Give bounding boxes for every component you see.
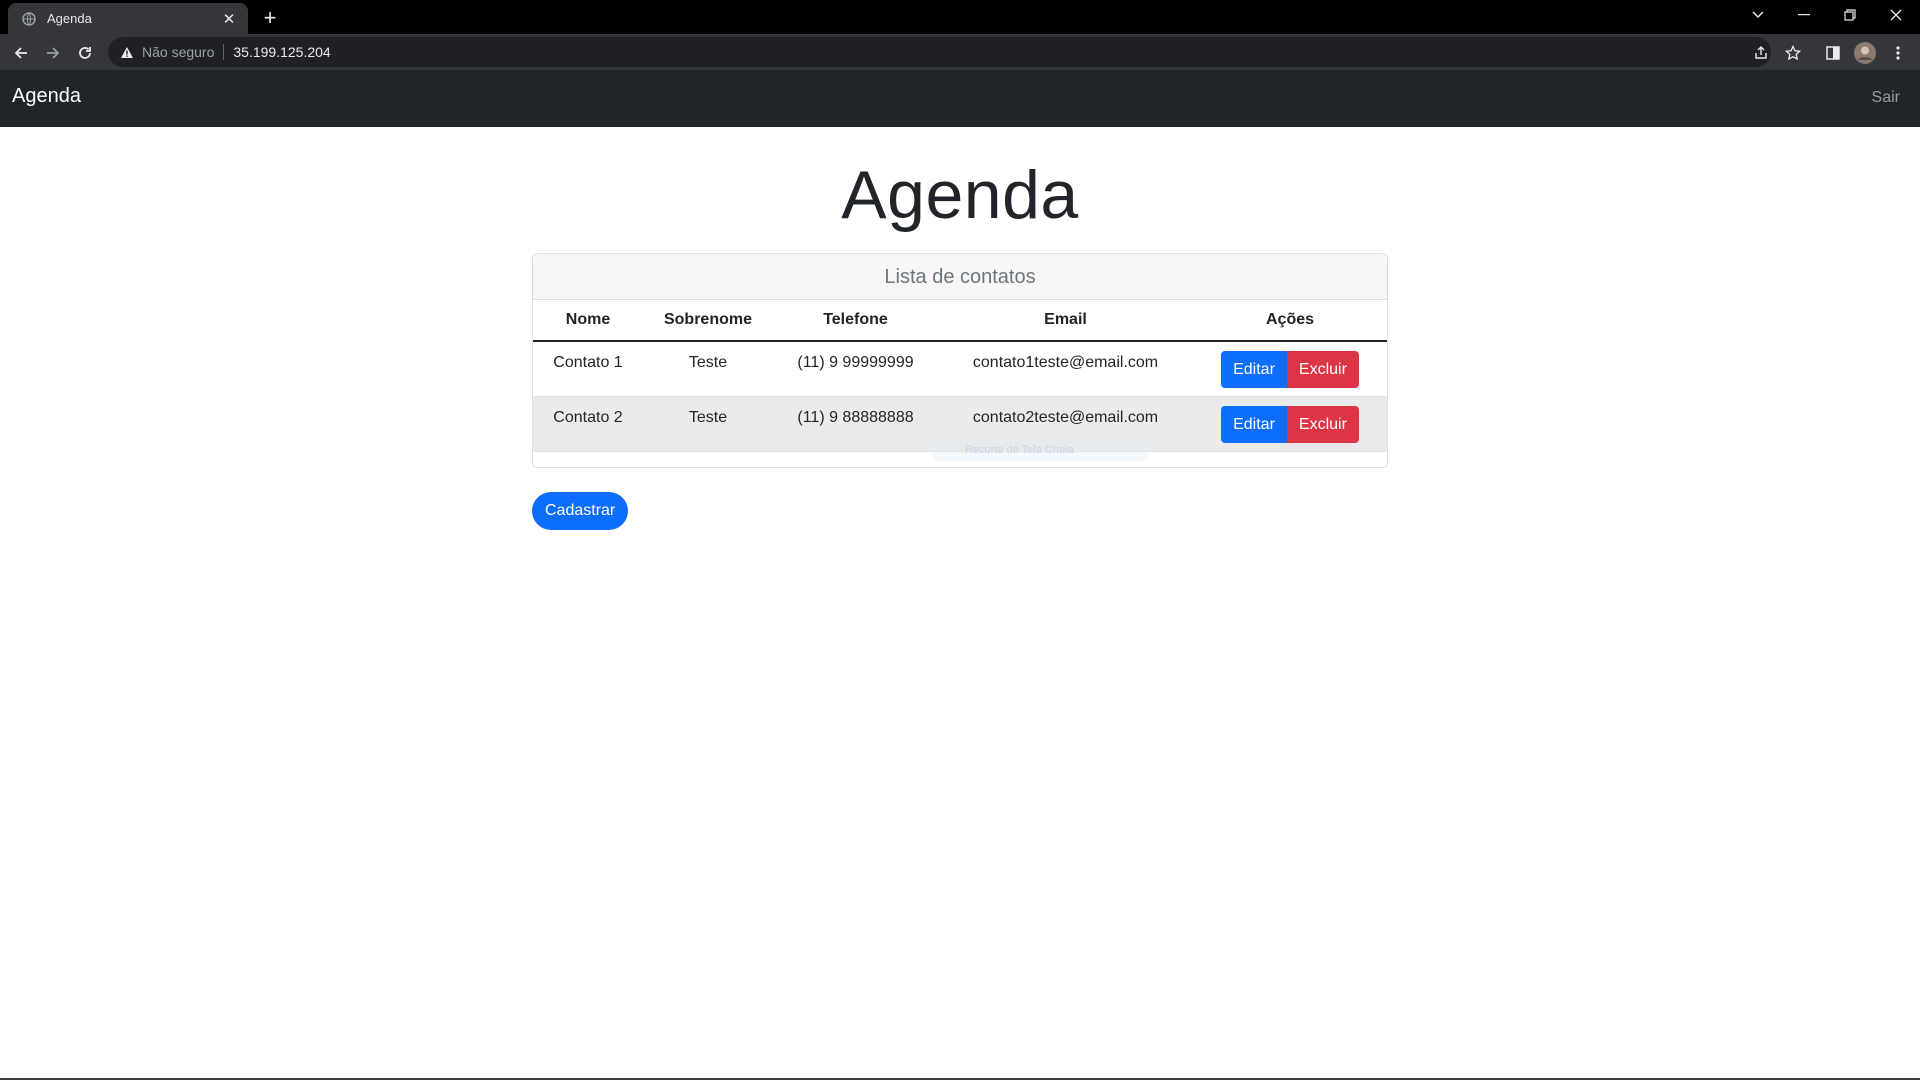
cell-sobrenome: Teste [643, 341, 773, 397]
share-icon[interactable] [1748, 40, 1774, 66]
tab-title: Agenda [47, 11, 92, 26]
cell-nome: Contato 2 [533, 396, 643, 452]
side-panel-icon[interactable] [1820, 40, 1846, 66]
page-title: Agenda [841, 157, 1079, 233]
action-button-group: Editar Excluir [1221, 405, 1359, 443]
delete-button[interactable]: Excluir [1286, 405, 1359, 443]
address-bar[interactable]: Não seguro 35.199.125.204 [108, 37, 1771, 67]
column-header-telefone: Telefone [773, 300, 938, 342]
tab-close-icon[interactable]: ✕ [220, 10, 238, 28]
snip-overlay-hint: Recorte de Tela Cheia [933, 440, 1148, 461]
contacts-card: Lista de contatos Nome Sobrenome Telefon… [532, 253, 1388, 468]
page-content: Agenda Sair Agenda Lista de contatos Nom… [0, 70, 1920, 1080]
more-menu-icon[interactable] [1885, 40, 1911, 66]
bookmark-star-icon[interactable] [1780, 40, 1806, 66]
cell-actions: Editar Excluir [1193, 341, 1387, 397]
contacts-table: Nome Sobrenome Telefone Email Ações Cont… [533, 300, 1387, 452]
cell-nome: Contato 1 [533, 341, 643, 397]
reload-icon[interactable] [72, 40, 98, 66]
restore-icon[interactable] [1827, 0, 1873, 30]
cell-sobrenome: Teste [643, 396, 773, 452]
table-header-row: Nome Sobrenome Telefone Email Ações [533, 300, 1387, 342]
table-row: Contato 1 Teste (11) 9 99999999 contato1… [533, 341, 1387, 397]
new-tab-button[interactable]: + [258, 5, 282, 30]
browser-tab[interactable]: Agenda ✕ [8, 3, 248, 34]
minimize-icon[interactable] [1781, 0, 1827, 30]
warning-icon [120, 46, 134, 59]
url-text[interactable]: 35.199.125.204 [233, 44, 330, 60]
edit-button[interactable]: Editar [1221, 351, 1287, 388]
column-header-sobrenome: Sobrenome [643, 300, 773, 342]
browser-toolbar: Não seguro 35.199.125.204 [0, 34, 1920, 70]
cell-telefone: (11) 9 99999999 [773, 341, 938, 397]
profile-avatar[interactable] [1852, 40, 1878, 66]
cell-telefone: (11) 9 88888888 [773, 396, 938, 452]
omnibox-separator [223, 44, 225, 60]
browser-tab-strip: Agenda ✕ + [0, 0, 1920, 34]
tab-search-icon[interactable] [1735, 0, 1781, 30]
action-button-group: Editar Excluir [1221, 351, 1359, 388]
column-header-nome: Nome [533, 300, 643, 342]
card-title: Lista de contatos [533, 254, 1387, 300]
logout-link[interactable]: Sair [1872, 89, 1900, 107]
cell-actions: Editar Excluir [1193, 396, 1387, 452]
back-arrow-icon[interactable] [8, 40, 34, 66]
column-header-acoes: Ações [1193, 300, 1387, 342]
forward-arrow-icon[interactable] [40, 40, 66, 66]
security-label[interactable]: Não seguro [142, 44, 214, 60]
column-header-email: Email [938, 300, 1193, 342]
cell-email: contato1teste@email.com [938, 341, 1193, 397]
navbar-brand[interactable]: Agenda [12, 85, 81, 108]
site-navbar: Agenda Sair [0, 70, 1920, 127]
globe-icon [21, 11, 37, 27]
edit-button[interactable]: Editar [1221, 405, 1287, 443]
register-button[interactable]: Cadastrar [532, 492, 629, 530]
close-window-icon[interactable] [1873, 0, 1919, 30]
delete-button[interactable]: Excluir [1286, 351, 1359, 388]
